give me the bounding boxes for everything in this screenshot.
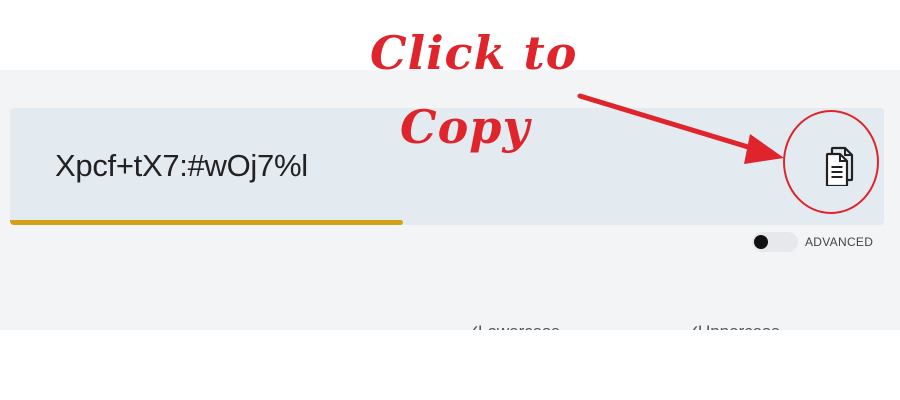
- advanced-label: ADVANCED: [805, 235, 874, 249]
- strength-meter-fill: [10, 220, 404, 225]
- annotation-click-to: Click to: [370, 26, 578, 80]
- copy-button[interactable]: [808, 140, 866, 190]
- option-label: Lowercase: [478, 322, 560, 330]
- option-uppercase[interactable]: ✓Uppercase: [686, 322, 780, 330]
- advanced-toggle[interactable]: [752, 232, 798, 252]
- strength-meter: [10, 220, 884, 225]
- option-lowercase[interactable]: ✓Lowercase: [466, 322, 560, 330]
- copy-icon: [825, 146, 854, 186]
- annotation-copy: Copy: [400, 100, 531, 154]
- check-icon: ✓: [466, 322, 480, 330]
- toggle-knob: [754, 235, 768, 249]
- password-text[interactable]: Xpcf+tX7:#wOj7%l: [55, 148, 308, 184]
- option-label: Uppercase: [698, 322, 780, 330]
- check-icon: ✓: [686, 322, 700, 330]
